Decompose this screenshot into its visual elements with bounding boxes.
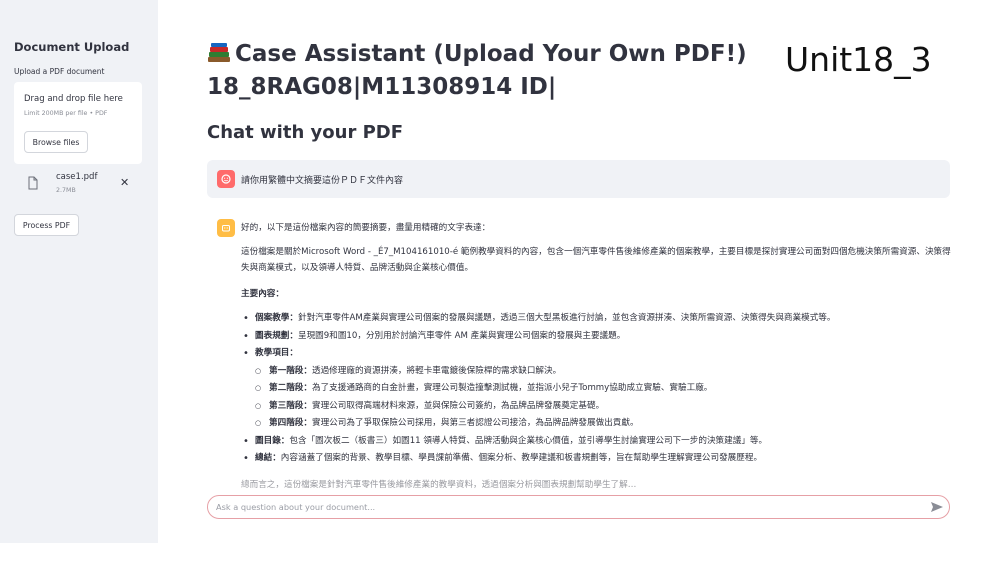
- bot-message: 好的，以下是這份檔案內容的簡要摘要，盡量用精確的文字表達： 這份檔案是關於Mic…: [241, 220, 953, 468]
- list-item: 圖目錄：包含「圖次板二（板書三）如圖11 領導人特質、品牌活動與企業核心價值，並…: [241, 433, 953, 451]
- file-icon: [28, 176, 38, 190]
- uploaded-file: case1.pdf 2.7MB ✕: [24, 170, 142, 198]
- list-item: 圖表規劃：呈現圖9和圖10，分別用於討論汽車零件 AM 產業與實理公司個案的發展…: [241, 328, 953, 346]
- bot-avatar-icon: [217, 219, 235, 237]
- chat-input[interactable]: [216, 499, 916, 515]
- sidebar-title: Document Upload: [14, 40, 130, 54]
- send-icon[interactable]: [930, 501, 944, 513]
- file-dropzone[interactable]: Drag and drop file here Limit 200MB per …: [14, 82, 142, 164]
- title-line-2: 18_8RAG08|M11308914 ID|: [207, 74, 557, 100]
- list-item: 第二階段：為了支援通路商的白金計畫，實理公司製造撞擊測試機，並指派小兒子Tomm…: [241, 380, 953, 398]
- file-name: case1.pdf: [56, 172, 98, 182]
- list-item: 第一階段：透過修理廠的資源拼湊，將輕卡車電鍍後保險桿的需求缺口解決。: [241, 363, 953, 381]
- list-item: 第四階段：實理公司為了爭取保險公司採用，與第三者認證公司接洽，為品牌品牌發展做出…: [241, 415, 953, 433]
- dropzone-limit: Limit 200MB per file • PDF: [24, 110, 108, 117]
- list-item: 第三階段：實理公司取得高端材料來源，並與保險公司簽約，為品牌品牌發展奠定基礎。: [241, 398, 953, 416]
- upload-label: Upload a PDF document: [14, 67, 105, 76]
- summary-list: 個案教學：針對汽車零件AM產業與實理公司個案的發展與議題，透過三個大型黑板進行討…: [241, 310, 953, 468]
- list-item: 教學項目：: [241, 345, 953, 363]
- page-title: Case Assistant (Upload Your Own PDF!) 18…: [207, 38, 747, 104]
- user-message-text: 請你用繁體中文摘要這份ＰＤＦ文件內容: [241, 176, 404, 186]
- user-message: 請你用繁體中文摘要這份ＰＤＦ文件內容: [207, 160, 950, 198]
- bot-faded-line: 總而言之，這份檔案是針對汽車零件售後維修產業的教學資料，透過個案分析與圖表規劃幫…: [241, 480, 637, 490]
- list-item: 總結：內容涵蓋了個案的背景、教學目標、學員課前準備、個案分析、教學建議和板書規劃…: [241, 450, 953, 468]
- file-size: 2.7MB: [56, 187, 76, 194]
- books-icon: [208, 43, 230, 62]
- section-title: 主要內容：: [241, 289, 284, 299]
- bottom-strip: [0, 543, 1000, 563]
- bot-paragraph: 這份檔案是關於Microsoft Word - _É7_M104161010-é…: [241, 247, 951, 273]
- bot-intro: 好的，以下是這份檔案內容的簡要摘要，盡量用精確的文字表達：: [241, 223, 491, 233]
- chat-input-box[interactable]: [207, 495, 950, 519]
- list-item: 個案教學：針對汽車零件AM產業與實理公司個案的發展與議題，透過三個大型黑板進行討…: [241, 310, 953, 328]
- browse-files-button[interactable]: Browse files: [24, 131, 88, 153]
- unit-label: Unit18_3: [785, 40, 932, 79]
- user-avatar-icon: [217, 170, 235, 188]
- close-icon[interactable]: ✕: [120, 177, 129, 188]
- title-line-1: Case Assistant (Upload Your Own PDF!): [235, 41, 747, 67]
- chat-heading: Chat with your PDF: [207, 122, 404, 143]
- sidebar: Document Upload Upload a PDF document Dr…: [0, 0, 158, 543]
- process-pdf-button[interactable]: Process PDF: [14, 214, 79, 236]
- dropzone-title: Drag and drop file here: [24, 94, 123, 104]
